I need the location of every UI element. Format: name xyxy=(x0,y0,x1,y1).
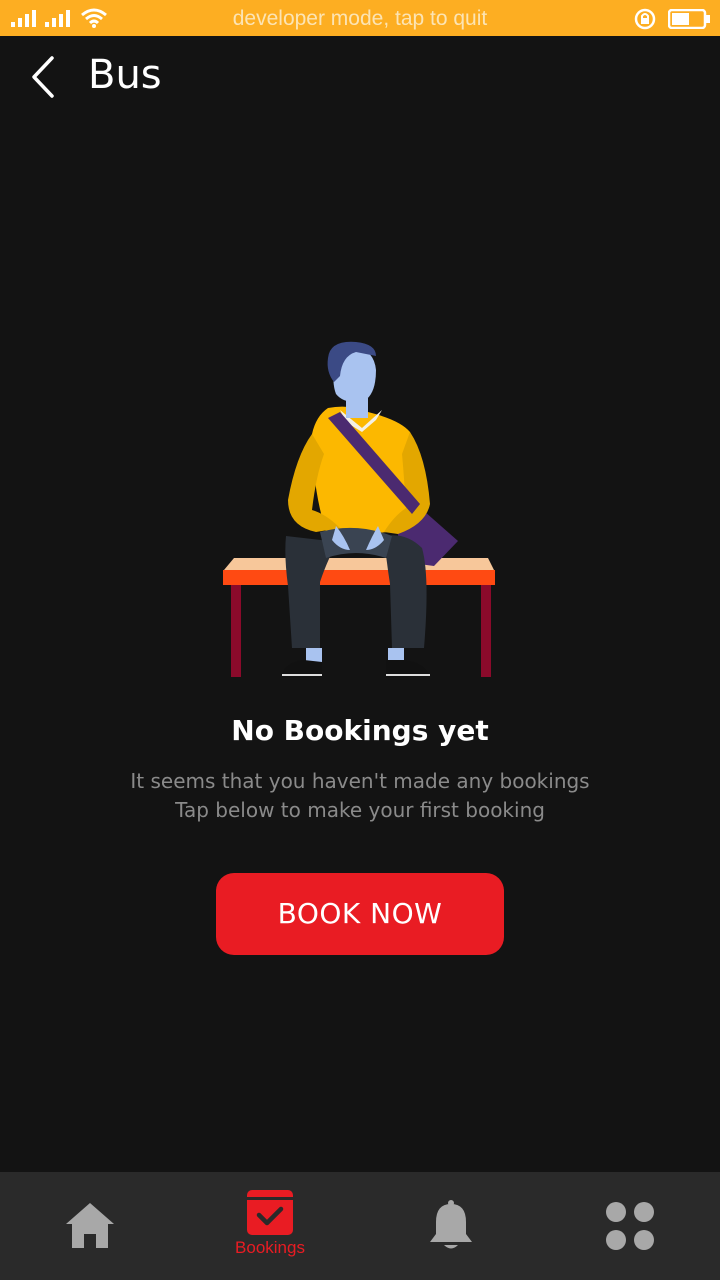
bookings-screen: developer mode, tap to quit Bus No Booki… xyxy=(0,0,720,1280)
bell-icon xyxy=(430,1200,472,1249)
man-on-bench-illustration xyxy=(223,341,495,678)
developer-mode-message[interactable]: developer mode, tap to quit xyxy=(0,0,720,36)
back-button[interactable] xyxy=(22,52,66,102)
status-bar[interactable]: developer mode, tap to quit xyxy=(0,0,720,36)
nav-item-bookings[interactable]: Bookings xyxy=(180,1172,360,1280)
rotation-lock-icon xyxy=(634,8,656,30)
empty-state-subtitle: Tap below to make your first booking xyxy=(175,798,545,822)
grid-dots-icon xyxy=(606,1202,654,1250)
empty-state-title: No Bookings yet xyxy=(231,714,489,747)
calendar-check-icon xyxy=(247,1190,293,1235)
home-icon xyxy=(66,1203,114,1248)
chevron-left-icon xyxy=(32,56,54,98)
empty-state-subtitle: It seems that you haven't made any booki… xyxy=(130,769,590,793)
nav-item-more[interactable] xyxy=(540,1172,720,1280)
nav-item-home[interactable] xyxy=(0,1172,180,1280)
nav-item-notifications[interactable] xyxy=(360,1172,540,1280)
battery-icon xyxy=(668,9,710,29)
book-now-button[interactable]: BOOK NOW xyxy=(216,873,504,955)
bottom-navigation: Bookings xyxy=(0,1172,720,1280)
page-title: Bus xyxy=(88,52,162,98)
nav-label: Bookings xyxy=(235,1238,305,1257)
